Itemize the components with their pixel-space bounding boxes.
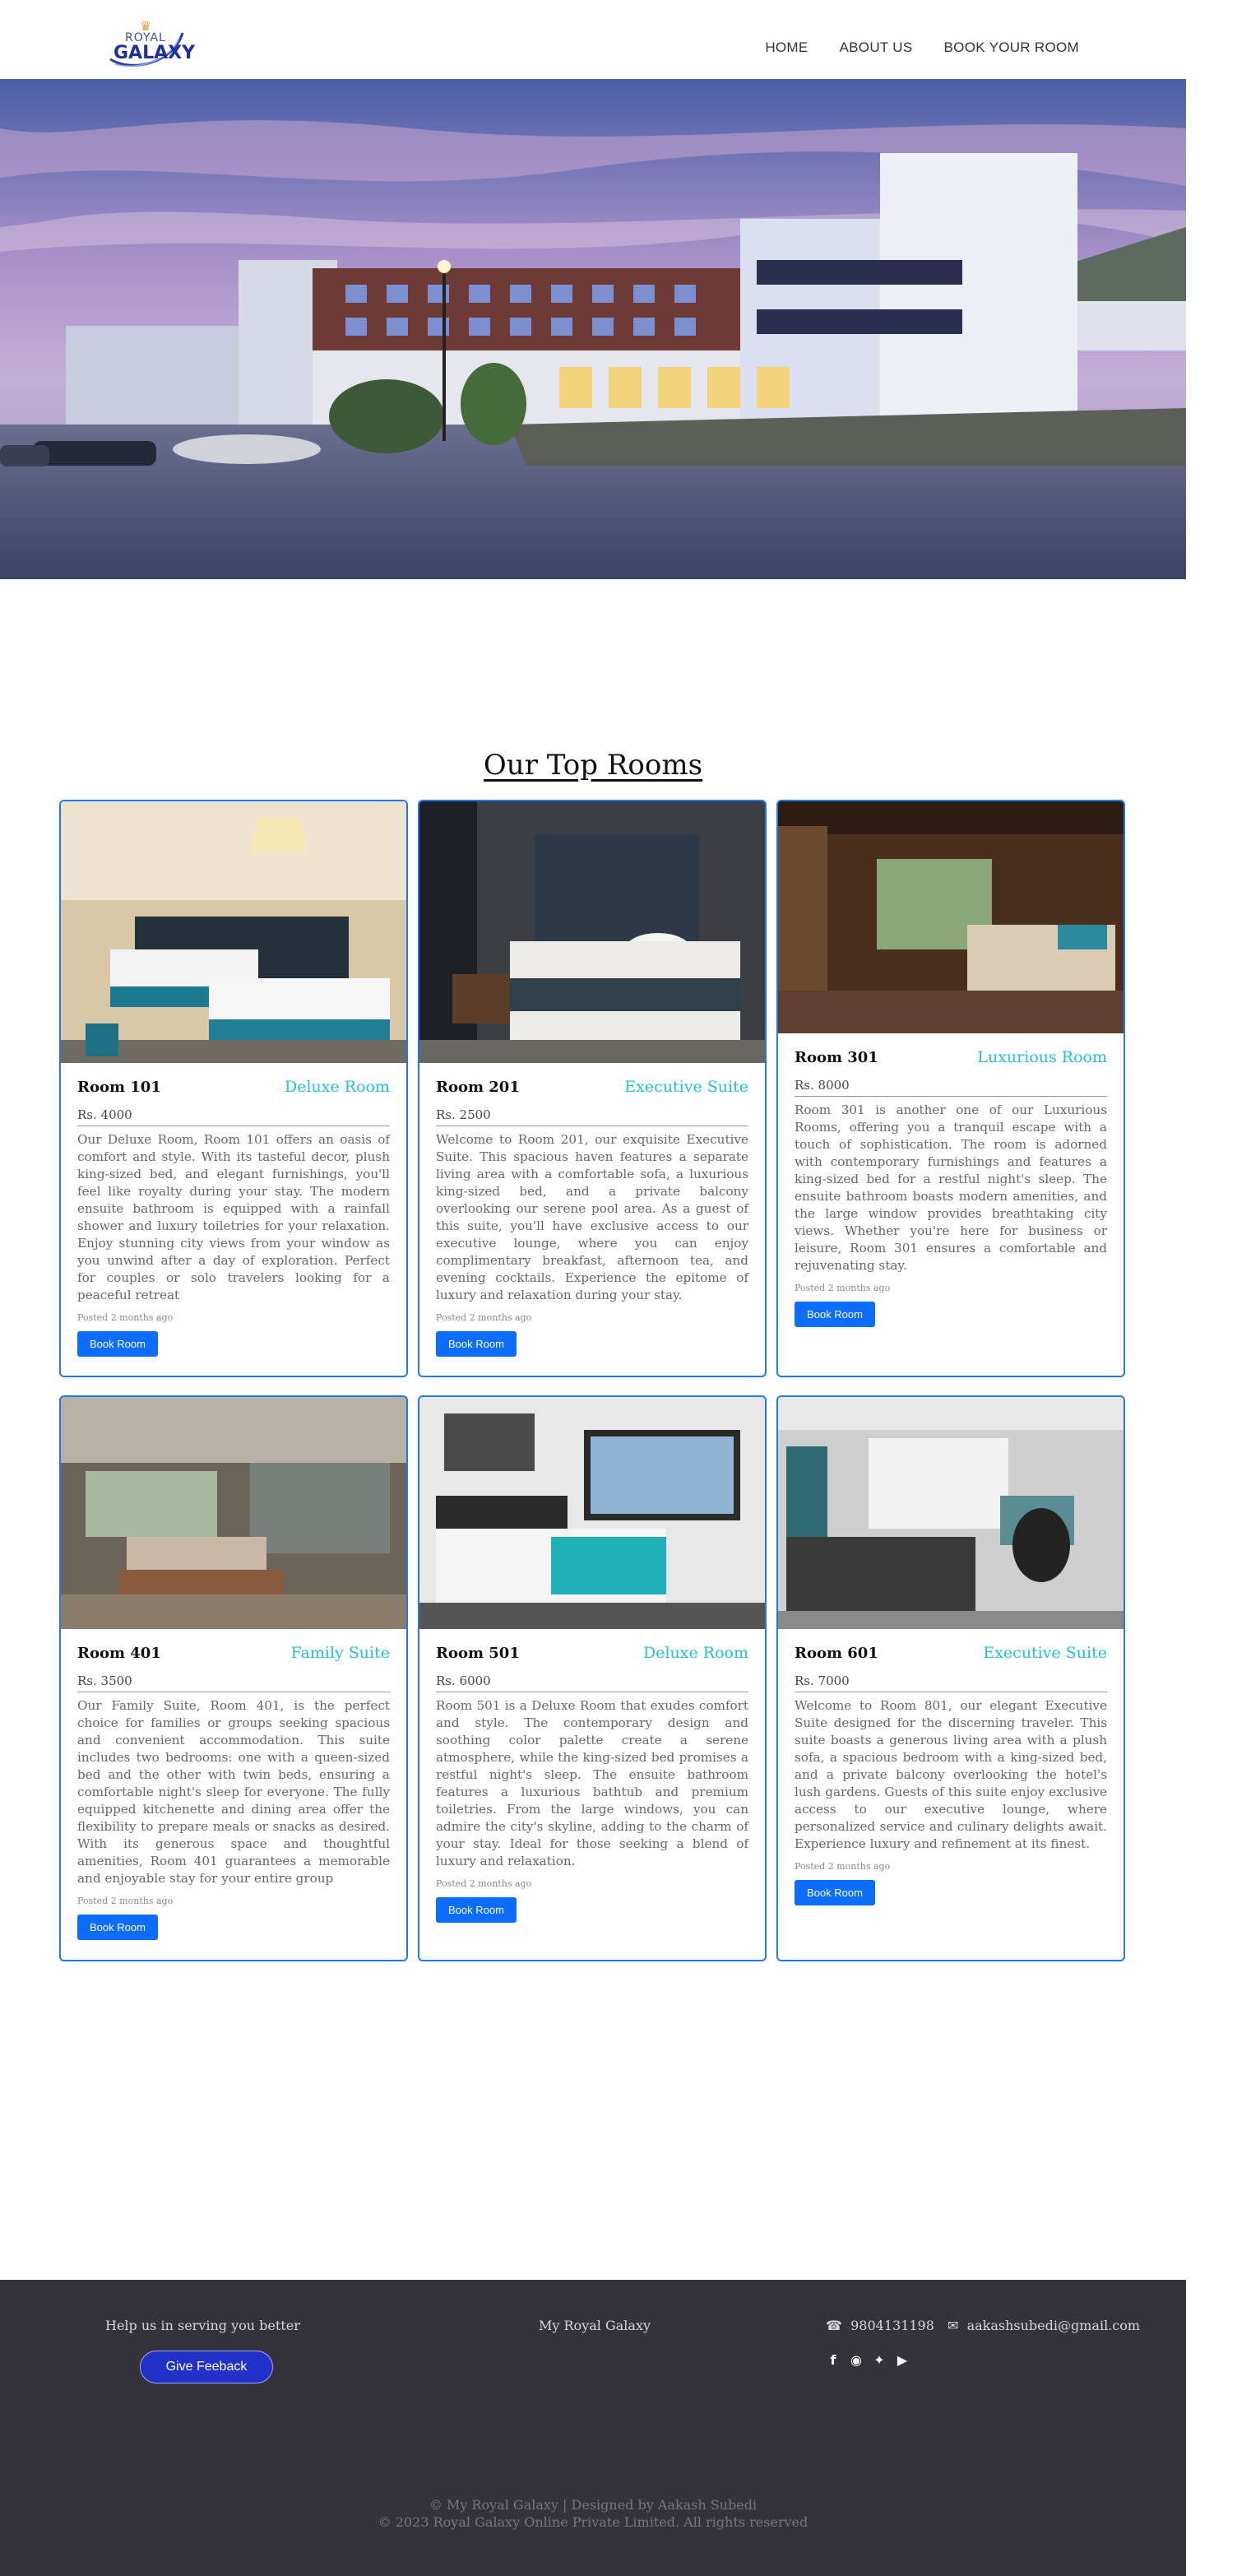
room-card: Room 601 Executive Suite Rs. 7000 Welcom… <box>776 1395 1125 1961</box>
phone-icon: ☎ <box>826 2318 851 2333</box>
footer-brand: My Royal Galaxy <box>539 2318 651 2333</box>
room-type: Luxurious Room <box>977 1048 1107 1066</box>
room-type: Executive Suite <box>983 1644 1107 1662</box>
posted-time: Posted 2 months ago <box>436 1312 532 1323</box>
room-name: Room 601 <box>795 1645 878 1662</box>
footer-email: ✉ aakashsubedi@gmail.com <box>948 2318 1140 2333</box>
room-price: Rs. 8000 <box>795 1066 1107 1097</box>
phone-number: 9804131198 <box>850 2318 934 2333</box>
room-description: Room 501 is a Deluxe Room that exudes co… <box>436 1698 748 1868</box>
room-201-image <box>419 801 765 1063</box>
room-type: Deluxe Room <box>643 1644 748 1662</box>
room-101-image <box>61 801 406 1063</box>
youtube-icon[interactable]: ▶ <box>895 2352 910 2368</box>
footer-help-text: Help us in serving you better <box>105 2318 300 2333</box>
room-name: Room 101 <box>77 1079 161 1096</box>
footer-copyright: © 2023 Royal Galaxy Online Private Limit… <box>378 2514 809 2530</box>
give-feedback-button[interactable]: Give Feeback <box>140 2351 273 2383</box>
posted-time: Posted 2 months ago <box>795 1283 891 1293</box>
footer-credit: © My Royal Galaxy | Designed by Aakash S… <box>429 2497 758 2513</box>
posted-time: Posted 2 months ago <box>77 1312 174 1323</box>
posted-time: Posted 2 months ago <box>795 1861 891 1872</box>
room-description: Welcome to Room 201, our exquisite Execu… <box>436 1132 748 1302</box>
twitter-icon[interactable]: ✦ <box>872 2352 887 2368</box>
book-room-button[interactable]: Book Room <box>77 1331 158 1357</box>
nav-book-your-room[interactable]: BOOK YOUR ROOM <box>944 39 1079 56</box>
room-401-image <box>61 1397 406 1629</box>
facebook-icon[interactable]: f <box>826 2352 841 2368</box>
room-card: Room 301 Luxurious Room Rs. 8000 Room 30… <box>776 800 1125 1377</box>
book-room-button[interactable]: Book Room <box>436 1897 517 1923</box>
logo-galaxy-text: GALAXY <box>114 43 196 63</box>
room-type: Executive Suite <box>624 1078 748 1096</box>
room-price: Rs. 2500 <box>436 1096 748 1126</box>
room-description: Our Deluxe Room, Room 101 offers an oasi… <box>77 1132 390 1302</box>
hero-carousel[interactable] <box>0 79 1186 579</box>
room-description: Welcome to Room 801, our elegant Executi… <box>795 1698 1107 1851</box>
envelope-icon: ✉ <box>948 2318 967 2333</box>
hero-hotel-image <box>0 79 1186 579</box>
room-price: Rs. 6000 <box>436 1662 748 1692</box>
room-description: Room 301 is another one of our Luxurious… <box>795 1102 1107 1273</box>
room-name: Room 301 <box>795 1049 878 1066</box>
room-card: Room 101 Deluxe Room Rs. 4000 Our Deluxe… <box>59 800 408 1377</box>
book-room-button[interactable]: Book Room <box>77 1915 158 1940</box>
room-301-image <box>778 801 1124 1033</box>
room-card: Room 201 Executive Suite Rs. 2500 Welcom… <box>418 800 767 1377</box>
room-name: Room 201 <box>436 1079 520 1096</box>
room-name: Room 401 <box>77 1645 161 1662</box>
book-room-button[interactable]: Book Room <box>436 1331 517 1357</box>
nav-home[interactable]: HOME <box>765 39 808 56</box>
email-address[interactable]: aakashsubedi@gmail.com <box>967 2318 1140 2333</box>
room-card: Room 401 Family Suite Rs. 3500 Our Famil… <box>59 1395 408 1961</box>
footer-phone: ☎ 9804131198 <box>826 2318 934 2333</box>
brand-logo[interactable]: ♛ ROYAL GALAXY <box>107 18 195 69</box>
posted-time: Posted 2 months ago <box>77 1896 174 1906</box>
room-card: Room 501 Deluxe Room Rs. 6000 Room 501 i… <box>418 1395 767 1961</box>
navbar: ♛ ROYAL GALAXY HOME ABOUT US BOOK YOUR R… <box>0 0 1251 79</box>
social-links: f ◉ ✦ ▶ <box>826 2352 910 2368</box>
main-nav: HOME ABOUT US BOOK YOUR ROOM <box>734 39 1079 56</box>
nav-about-us[interactable]: ABOUT US <box>840 39 913 56</box>
room-price: Rs. 3500 <box>77 1662 390 1692</box>
room-501-image <box>419 1397 765 1629</box>
room-price: Rs. 7000 <box>795 1662 1107 1692</box>
section-title: Our Top Rooms <box>483 749 703 782</box>
room-description: Our Family Suite, Room 401, is the perfe… <box>77 1698 390 1886</box>
book-room-button[interactable]: Book Room <box>795 1302 875 1327</box>
room-price: Rs. 4000 <box>77 1096 390 1126</box>
room-type: Deluxe Room <box>285 1078 390 1096</box>
room-type: Family Suite <box>290 1644 390 1662</box>
room-601-image <box>778 1397 1124 1629</box>
footer: Help us in serving you better Give Feeba… <box>0 2280 1186 2576</box>
posted-time: Posted 2 months ago <box>436 1878 532 1889</box>
instagram-icon[interactable]: ◉ <box>849 2352 864 2368</box>
room-name: Room 501 <box>436 1645 520 1662</box>
book-room-button[interactable]: Book Room <box>795 1880 875 1905</box>
